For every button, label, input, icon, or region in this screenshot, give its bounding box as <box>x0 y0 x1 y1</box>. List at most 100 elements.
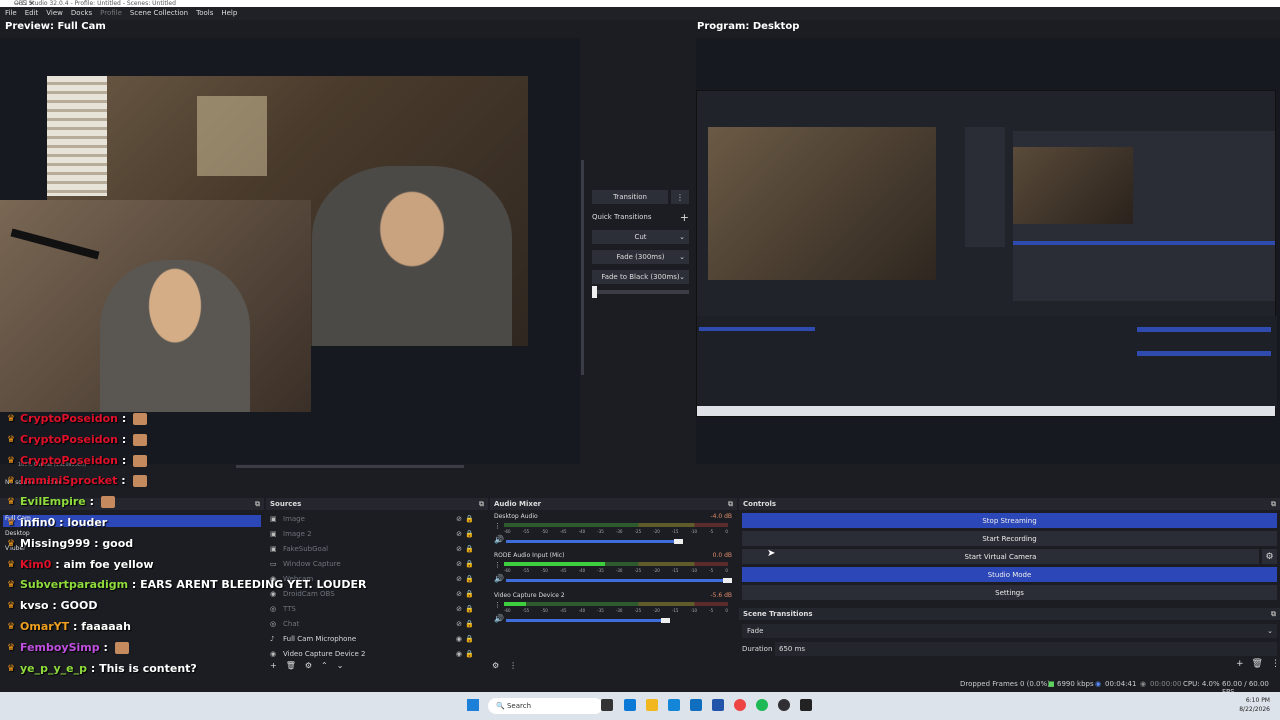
volume-slider[interactable] <box>506 619 666 622</box>
lock-icon[interactable]: 🔒 <box>465 650 474 658</box>
start-recording-button[interactable]: Start Recording <box>742 531 1277 546</box>
lock-icon[interactable]: 🔒 <box>465 560 474 568</box>
eye-slash-icon[interactable]: ⊘ <box>456 560 462 568</box>
source-item[interactable]: ▣ FakeSubGoal ⊘ 🔒 <box>270 541 482 556</box>
menu-view[interactable]: View <box>46 7 63 20</box>
quick-transition-cut[interactable]: Cut ⌄ <box>592 230 689 244</box>
eye-slash-icon[interactable]: ⊘ <box>456 590 462 598</box>
source-item[interactable]: ♪ Full Cam Microphone ◉ 🔒 <box>270 631 482 646</box>
source-item[interactable]: ◎ Chat ⊘ 🔒 <box>270 616 482 631</box>
mixer-channel: Desktop Audio -4.0 dB ⋮ -60 -55 -50 -45 -40 -35-… <box>494 513 734 549</box>
transition-menu-icon[interactable]: ⋮ <box>1271 659 1280 669</box>
app-icon[interactable] <box>712 699 724 711</box>
quick-transition-fade-black[interactable]: Fade to Black (300ms) ⌄ <box>592 270 689 284</box>
lock-icon[interactable]: 🔒 <box>465 605 474 613</box>
spotify-icon[interactable] <box>756 699 768 711</box>
chat-username: CryptoPoseidon <box>20 454 119 467</box>
volume-slider[interactable] <box>506 540 680 543</box>
duration-input[interactable]: 650 ms <box>775 642 1277 656</box>
channel-menu-icon[interactable]: ⋮ <box>494 522 501 530</box>
volume-knob[interactable] <box>660 618 670 623</box>
popout-icon[interactable]: ⧉ <box>1271 608 1276 620</box>
eye-slash-icon[interactable]: ⊘ <box>456 575 462 583</box>
file-explorer-icon[interactable] <box>646 699 658 711</box>
speaker-icon[interactable]: 🔊 <box>494 574 504 583</box>
eye-slash-icon[interactable]: ⊘ <box>456 515 462 523</box>
menu-tools[interactable]: Tools <box>196 7 213 20</box>
source-item[interactable]: ◉ Video Capture Device 2 ◉ 🔒 <box>270 646 482 661</box>
menu-file[interactable]: File <box>5 7 17 20</box>
preview-vscroll[interactable] <box>581 160 584 375</box>
move-up-icon[interactable]: ⌃ <box>321 661 328 670</box>
menu-profile[interactable]: Profile <box>100 7 122 20</box>
channel-menu-icon[interactable]: ⋮ <box>494 561 501 569</box>
lock-icon[interactable]: 🔒 <box>465 575 474 583</box>
lock-icon[interactable]: 🔒 <box>465 515 474 523</box>
stop-streaming-button[interactable]: Stop Streaming <box>742 513 1277 528</box>
tbar-slider[interactable] <box>592 286 689 298</box>
menu-help[interactable]: Help <box>221 7 237 20</box>
eye-icon[interactable]: ◉ <box>456 650 462 658</box>
tbar-knob[interactable] <box>592 286 597 298</box>
meter-tick-label: -35 <box>597 529 604 534</box>
source-item[interactable]: ▭ Window Capture ⊘ 🔒 <box>270 556 482 571</box>
advanced-audio-icon[interactable]: ⚙ <box>492 661 499 670</box>
lock-icon[interactable]: 🔒 <box>465 635 474 643</box>
taskbar-clock[interactable]: 6:10 PM 8/22/2026 <box>1239 696 1270 714</box>
speaker-icon[interactable]: 🔊 <box>494 614 504 623</box>
menu-scene-collection[interactable]: Scene Collection <box>130 7 188 20</box>
volume-knob[interactable] <box>674 539 684 544</box>
mixer-menu-icon[interactable]: ⋮ <box>509 661 517 670</box>
preview-hscroll[interactable] <box>236 465 464 468</box>
channel-menu-icon[interactable]: ⋮ <box>494 601 501 609</box>
window-controls[interactable]: — ☐ ✕ <box>14 0 1272 7</box>
chrome-icon[interactable] <box>734 699 746 711</box>
edge-icon[interactable] <box>624 699 636 711</box>
start-virtual-camera-button[interactable]: Start Virtual Camera <box>742 549 1259 564</box>
menu-edit[interactable]: Edit <box>25 7 39 20</box>
studio-mode-button[interactable]: Studio Mode <box>742 567 1277 582</box>
obs-taskbar-icon[interactable] <box>778 699 790 711</box>
eye-slash-icon[interactable]: ⊘ <box>456 620 462 628</box>
remove-source-icon[interactable]: 🗑 <box>286 661 296 670</box>
lock-icon[interactable]: 🔒 <box>465 620 474 628</box>
source-item[interactable]: ▣ Image ⊘ 🔒 <box>270 511 482 526</box>
taskbar-search[interactable]: 🔍 Search <box>488 698 603 714</box>
lock-icon[interactable]: 🔒 <box>465 530 474 538</box>
scene-item-desktop[interactable]: Desktop <box>5 530 30 537</box>
app2-icon[interactable] <box>800 699 812 711</box>
add-source-icon[interactable]: + <box>270 661 277 670</box>
volume-knob[interactable] <box>723 578 732 583</box>
move-down-icon[interactable]: ⌄ <box>337 661 344 670</box>
lock-icon[interactable]: 🔒 <box>465 545 474 553</box>
popout-icon[interactable]: ⧉ <box>479 498 484 510</box>
eye-icon[interactable]: ◉ <box>456 635 462 643</box>
eye-slash-icon[interactable]: ⊘ <box>456 530 462 538</box>
chat-message: ♛ CryptoPoseidon : <box>7 433 148 446</box>
transition-button[interactable]: Transition <box>592 190 668 204</box>
task-view-icon[interactable] <box>601 699 613 711</box>
eye-slash-icon[interactable]: ⊘ <box>456 605 462 613</box>
popout-icon[interactable]: ⧉ <box>1271 498 1276 510</box>
lock-icon[interactable]: 🔒 <box>465 590 474 598</box>
remove-transition-icon[interactable]: 🗑 <box>1252 659 1263 669</box>
windows-start-icon[interactable] <box>467 699 479 711</box>
quick-transition-fade[interactable]: Fade (300ms) ⌄ <box>592 250 689 264</box>
volume-slider[interactable] <box>506 579 728 582</box>
source-item[interactable]: ▣ Image 2 ⊘ 🔒 <box>270 526 482 541</box>
menu-docks[interactable]: Docks <box>71 7 92 20</box>
add-icon[interactable]: + <box>680 211 689 224</box>
add-transition-icon[interactable]: + <box>1236 659 1244 669</box>
popout-icon[interactable]: ⧉ <box>255 498 260 510</box>
eye-slash-icon[interactable]: ⊘ <box>456 545 462 553</box>
source-item[interactable]: ◎ TTS ⊘ 🔒 <box>270 601 482 616</box>
store-icon[interactable] <box>668 699 680 711</box>
popout-icon[interactable]: ⧉ <box>728 498 733 510</box>
speaker-icon[interactable]: 🔊 <box>494 535 504 544</box>
virtual-camera-settings-icon[interactable]: ⚙ <box>1262 549 1277 564</box>
transition-type-select[interactable]: Fade ⌄ <box>742 624 1277 638</box>
source-properties-icon[interactable]: ⚙ <box>305 661 312 670</box>
settings-button[interactable]: Settings <box>742 585 1277 600</box>
outlook-icon[interactable] <box>690 699 702 711</box>
transition-menu-icon[interactable]: ⋮ <box>671 190 689 204</box>
